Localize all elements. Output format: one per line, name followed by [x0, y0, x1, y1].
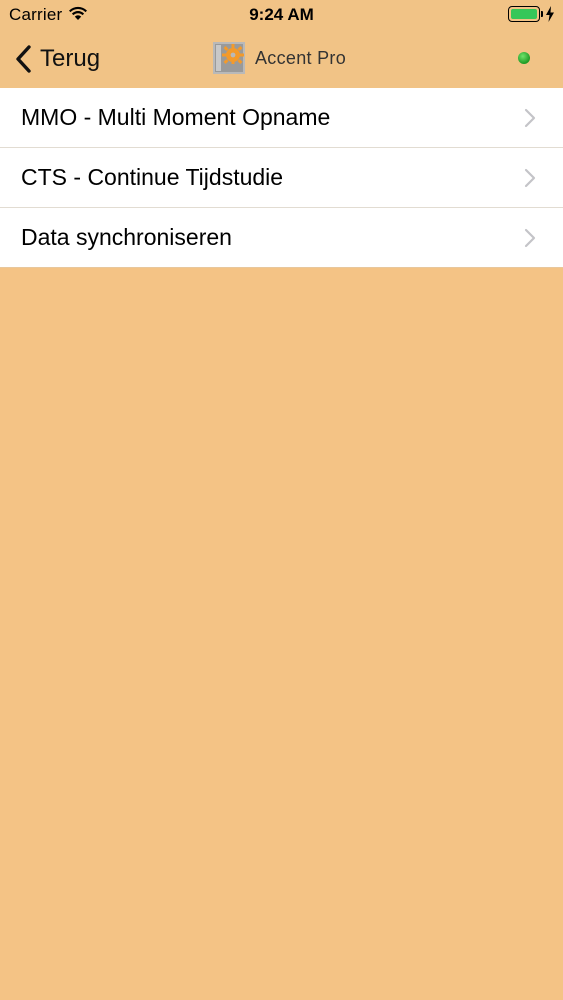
back-button[interactable]: Terug [14, 42, 100, 76]
charging-bolt-icon [546, 6, 554, 22]
gear-logo-icon [213, 42, 245, 74]
menu-item-label: Data synchroniseren [21, 224, 232, 250]
navigation-bar: Terug Accent Pro [0, 30, 563, 88]
menu-list: MMO - Multi Moment Opname CTS - Continue… [0, 88, 563, 268]
menu-item-mmo[interactable]: MMO - Multi Moment Opname [0, 88, 563, 148]
battery-level-fill [511, 9, 537, 19]
menu-item-cts[interactable]: CTS - Continue Tijdstudie [0, 148, 563, 208]
menu-item-sync[interactable]: Data synchroniseren [0, 208, 563, 268]
menu-item-label: CTS - Continue Tijdstudie [21, 164, 284, 190]
status-bar: Carrier 9:24 AM [0, 0, 563, 30]
app-title: Accent Pro [255, 47, 347, 68]
connection-status-indicator [518, 52, 530, 64]
nav-title-group: Accent Pro [213, 40, 346, 76]
battery-icon [508, 6, 543, 22]
back-label: Terug [40, 45, 101, 72]
menu-item-label: MMO - Multi Moment Opname [21, 104, 331, 130]
chevron-right-icon [524, 228, 536, 248]
status-time: 9:24 AM [249, 5, 314, 24]
chevron-right-icon [524, 168, 536, 188]
chevron-left-icon [16, 45, 31, 73]
chevron-right-icon [524, 108, 536, 128]
